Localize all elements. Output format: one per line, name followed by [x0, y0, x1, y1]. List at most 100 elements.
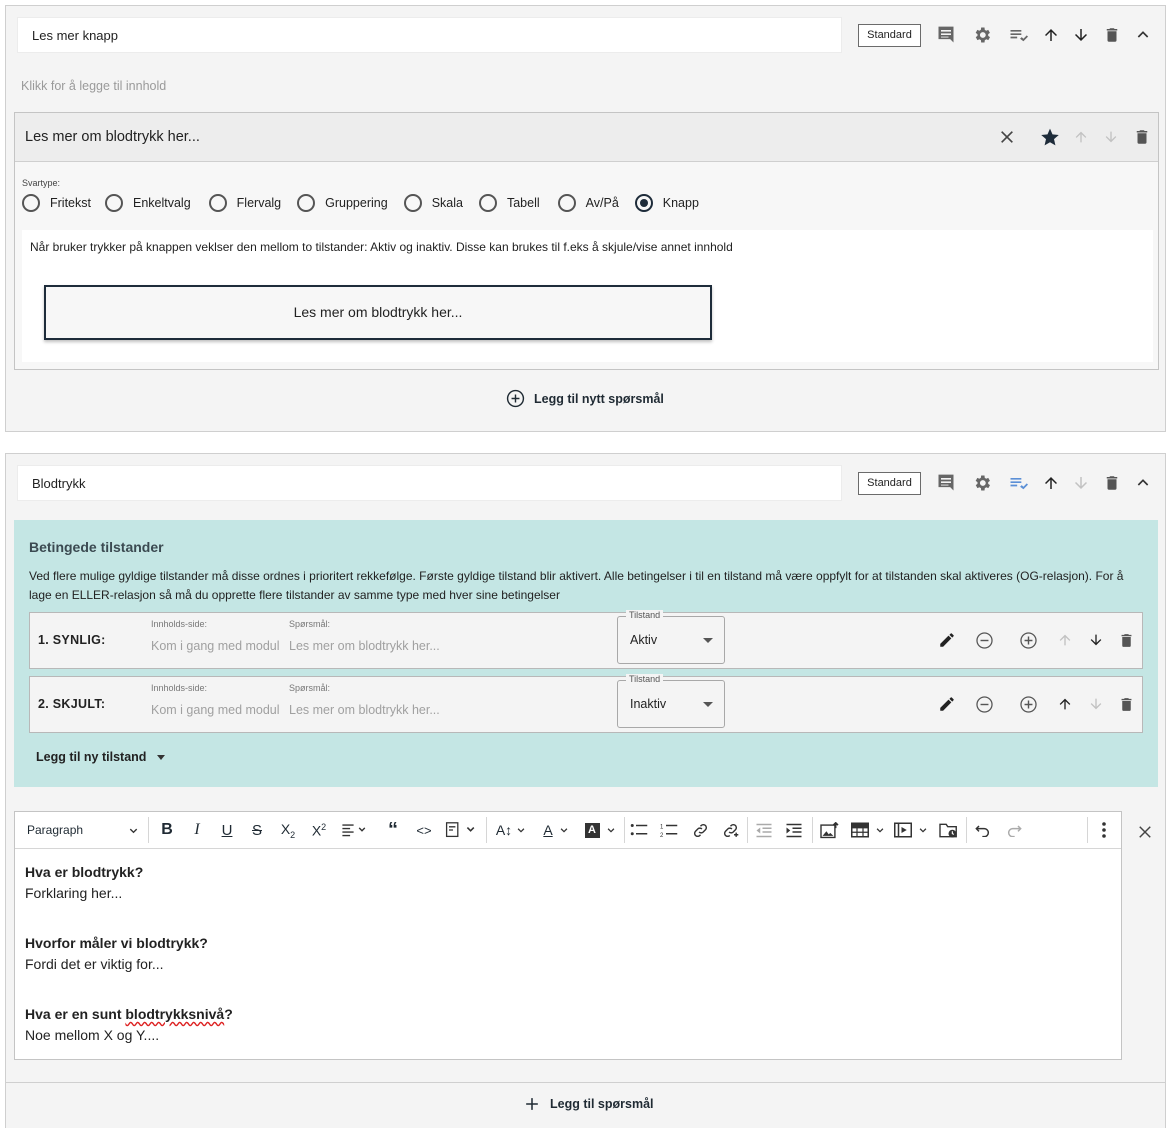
- comment-icon[interactable]: [935, 24, 957, 46]
- bold-icon[interactable]: B: [155, 818, 179, 842]
- content-heading: Hvorfor måler vi blodtrykk?: [25, 935, 208, 951]
- paragraph-format-select[interactable]: Paragraph: [23, 818, 143, 842]
- outdent-icon[interactable]: [752, 818, 776, 842]
- spellcheck-word: blodtrykksnivå: [125, 1006, 225, 1022]
- radio-tabell[interactable]: Tabell: [478, 194, 540, 212]
- undo-icon[interactable]: [971, 818, 995, 842]
- caret-down-icon: [157, 754, 166, 760]
- arrow-up-icon[interactable]: [1054, 629, 1076, 651]
- add-state-dropdown[interactable]: Legg til ny tilstand: [36, 750, 166, 764]
- question-header[interactable]: Les mer om blodtrykk her...: [15, 113, 1158, 162]
- question-field[interactable]: Les mer om blodtrykk her...: [289, 703, 589, 717]
- dropdown-arrow-icon: [703, 702, 713, 707]
- trash-icon[interactable]: [1131, 126, 1153, 148]
- editor-content[interactable]: Hva er blodtrykk? Forklaring her... Hvor…: [25, 862, 233, 1046]
- background-color-icon[interactable]: A: [581, 818, 619, 842]
- plus-circle-icon[interactable]: [1017, 629, 1039, 651]
- add-new-question-label: Legg til nytt spørsmål: [534, 391, 664, 406]
- strikethrough-icon[interactable]: S: [245, 818, 269, 842]
- checklist-icon[interactable]: [1007, 24, 1029, 46]
- minus-circle-icon[interactable]: [973, 629, 995, 651]
- table-icon[interactable]: [849, 818, 887, 842]
- radio-gruppering[interactable]: Gruppering: [297, 194, 388, 212]
- standard-badge[interactable]: Standard: [858, 24, 921, 47]
- content-text: Fordi det er viktig for...: [25, 956, 164, 972]
- radio-flervalg[interactable]: Flervalg: [208, 194, 281, 212]
- arrow-down-icon[interactable]: [1085, 693, 1107, 715]
- add-content-hint[interactable]: Klikk for å legge til innhold: [21, 79, 166, 93]
- close-editor-icon[interactable]: [1134, 821, 1156, 843]
- section-title-input[interactable]: Les mer knapp: [17, 17, 842, 53]
- arrow-down-icon[interactable]: [1070, 24, 1092, 46]
- arrow-up-icon[interactable]: [1040, 472, 1062, 494]
- chevron-down-icon: [129, 828, 138, 833]
- question-title[interactable]: Les mer om blodtrykk her...: [25, 129, 200, 145]
- arrow-down-icon[interactable]: [1085, 629, 1107, 651]
- trash-icon[interactable]: [1101, 24, 1123, 46]
- comment-icon[interactable]: [935, 472, 957, 494]
- code-icon[interactable]: <>: [412, 818, 436, 842]
- arrow-down-icon[interactable]: [1070, 472, 1092, 494]
- pencil-icon[interactable]: [936, 629, 958, 651]
- condition-row: 2. SKJULT: Innholds-side: Kom i gang med…: [29, 674, 1143, 733]
- radio-fritekst[interactable]: Fritekst: [22, 194, 91, 212]
- arrow-up-icon[interactable]: [1054, 693, 1076, 715]
- standard-badge[interactable]: Standard: [858, 472, 921, 495]
- align-icon[interactable]: [337, 818, 373, 842]
- radio-skala[interactable]: Skala: [403, 194, 463, 212]
- chevron-up-icon[interactable]: [1132, 24, 1154, 46]
- gear-icon[interactable]: [971, 472, 993, 494]
- code-block-icon[interactable]: [443, 818, 479, 842]
- bullet-list-icon[interactable]: [627, 818, 651, 842]
- link-icon[interactable]: [688, 818, 712, 842]
- arrow-up-icon[interactable]: [1070, 126, 1092, 148]
- radio-knapp[interactable]: Knapp: [634, 194, 699, 212]
- trash-icon[interactable]: [1115, 629, 1137, 651]
- gear-icon[interactable]: [971, 24, 993, 46]
- toggle-button-preview[interactable]: Les mer om blodtrykk her...: [44, 285, 712, 340]
- arrow-down-icon[interactable]: [1100, 126, 1122, 148]
- content-heading: Hva er en sunt blodtrykksnivå?: [25, 1006, 233, 1022]
- add-question-button[interactable]: Legg til spørsmål: [525, 1097, 654, 1111]
- conditional-states-panel: Betingede tilstander Ved flere mulige gy…: [14, 520, 1158, 787]
- condition-row: 1. SYNLIG: Innholds-side: Kom i gang med…: [29, 610, 1143, 669]
- checklist-icon[interactable]: [1007, 472, 1029, 494]
- question-field[interactable]: Les mer om blodtrykk her...: [289, 639, 589, 653]
- chevron-up-icon[interactable]: [1132, 472, 1154, 494]
- subscript-icon[interactable]: X2: [276, 818, 300, 842]
- superscript-icon[interactable]: X2: [307, 818, 331, 842]
- numbered-list-icon[interactable]: 12: [657, 818, 681, 842]
- image-upload-icon[interactable]: [817, 818, 841, 842]
- radio-av-pa[interactable]: Av/På: [557, 194, 619, 212]
- italic-icon[interactable]: I: [185, 818, 209, 842]
- star-icon[interactable]: [1039, 126, 1061, 148]
- arrow-up-icon[interactable]: [1040, 24, 1062, 46]
- add-new-question-button[interactable]: Legg til nytt spørsmål: [506, 389, 664, 408]
- page-field[interactable]: Kom i gang med modul: [151, 639, 285, 653]
- file-manager-icon[interactable]: [936, 818, 960, 842]
- trash-icon[interactable]: [1101, 472, 1123, 494]
- section-title-input[interactable]: Blodtrykk: [17, 465, 842, 501]
- indent-icon[interactable]: [782, 818, 806, 842]
- trash-icon[interactable]: [1115, 693, 1137, 715]
- plus-icon: [525, 1097, 539, 1111]
- more-vertical-icon[interactable]: [1093, 818, 1115, 842]
- rich-text-editor: Paragraph B I U S X2 X2 “ <> A ↕ A A 1 2…: [14, 811, 1122, 1060]
- state-select-label: Tilstand: [626, 610, 664, 620]
- font-size-icon[interactable]: A ↕: [492, 818, 530, 842]
- blockquote-icon[interactable]: “: [381, 818, 405, 842]
- state-select[interactable]: Tilstand Aktiv: [617, 610, 725, 664]
- unlink-icon[interactable]: [718, 818, 742, 842]
- state-select[interactable]: Tilstand Inaktiv: [617, 674, 725, 728]
- minus-circle-icon[interactable]: [973, 693, 995, 715]
- radio-enkeltvalg[interactable]: Enkeltvalg: [104, 194, 191, 212]
- underline-icon[interactable]: U: [215, 818, 239, 842]
- font-color-icon[interactable]: A: [538, 818, 574, 842]
- close-icon[interactable]: [996, 126, 1018, 148]
- page-field[interactable]: Kom i gang med modul: [151, 703, 285, 717]
- content-heading: Hva er blodtrykk?: [25, 864, 144, 880]
- plus-circle-icon[interactable]: [1017, 693, 1039, 715]
- pencil-icon[interactable]: [936, 693, 958, 715]
- redo-icon[interactable]: [1002, 818, 1026, 842]
- media-embed-icon[interactable]: [893, 818, 929, 842]
